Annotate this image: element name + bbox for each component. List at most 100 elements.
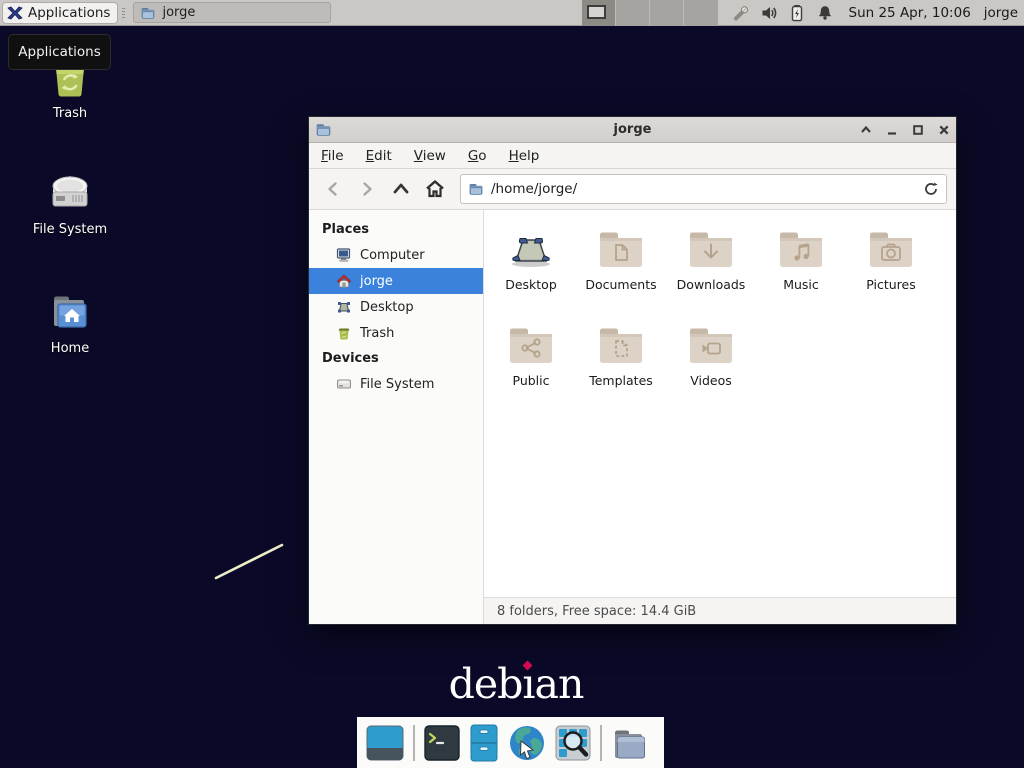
- taskbar-window-button[interactable]: jorge: [133, 2, 331, 23]
- titlebar[interactable]: jorge: [309, 117, 956, 143]
- pictures-folder-icon: [867, 228, 915, 270]
- desktop-icon-label: Home: [51, 341, 89, 356]
- pencil-cursor: [210, 538, 292, 586]
- statusbar: 8 folders, Free space: 14.4 GiB: [484, 597, 956, 624]
- sidebar: Places Computer jorge Desktop Trash Devi…: [309, 210, 484, 624]
- sidebar-item-desktop[interactable]: Desktop: [309, 294, 483, 320]
- desktop-icon-label: Trash: [53, 106, 87, 121]
- folder-label: Pictures: [866, 277, 916, 292]
- desktop-icon-home[interactable]: Home: [10, 289, 130, 356]
- menu-help[interactable]: Help: [509, 148, 540, 164]
- applications-tooltip: Applications: [8, 34, 111, 70]
- location-bar[interactable]: /home/jorge/: [460, 174, 947, 204]
- templates-folder-icon: [597, 324, 645, 366]
- sidebar-item-jorge[interactable]: jorge: [309, 268, 483, 294]
- workspace-2[interactable]: [616, 0, 650, 26]
- downloads-folder-icon: [687, 228, 735, 270]
- home-icon: [336, 273, 352, 289]
- panel-clock[interactable]: Sun 25 Apr, 10:06: [849, 5, 971, 21]
- show-desktop-launcher[interactable]: [366, 725, 404, 761]
- workspace-4[interactable]: [684, 0, 718, 26]
- top-panel: Applications jorge: [0, 0, 1024, 26]
- sidebar-item-label: Trash: [360, 326, 394, 341]
- window-folder-icon: [315, 121, 332, 138]
- applications-menu-button[interactable]: Applications: [2, 2, 118, 24]
- debian-logo: debıan: [421, 660, 611, 708]
- folder-pictures[interactable]: Pictures: [846, 216, 936, 312]
- up-button[interactable]: [386, 174, 416, 204]
- menu-go[interactable]: Go: [468, 148, 487, 164]
- sidebar-item-file-system[interactable]: File System: [309, 371, 483, 397]
- dock: [357, 717, 664, 768]
- folder-label: Templates: [589, 373, 653, 388]
- folder-label: Downloads: [677, 277, 746, 292]
- hard-drive-icon: [336, 376, 352, 392]
- taskbar-window-label: jorge: [162, 5, 195, 20]
- folder-templates[interactable]: Templates: [576, 312, 666, 408]
- battery-charging-tray-icon[interactable]: [788, 4, 806, 22]
- folder-videos[interactable]: Videos: [666, 312, 756, 408]
- debian-logo-text: deb: [449, 660, 523, 708]
- folder-label: Documents: [585, 277, 656, 292]
- folder-icon: [140, 5, 156, 21]
- path-folder-icon: [468, 181, 484, 197]
- volume-tray-icon[interactable]: [760, 4, 778, 22]
- file-manager-window: jorge File Edit View Go Help /home/jorge…: [308, 116, 957, 625]
- places-header: Places: [309, 217, 483, 242]
- file-cabinet-launcher[interactable]: [469, 724, 499, 762]
- menu-file[interactable]: File: [321, 148, 344, 164]
- back-button[interactable]: [318, 174, 348, 204]
- dock-separator: [413, 725, 415, 761]
- folder-documents[interactable]: Documents: [576, 216, 666, 312]
- music-folder-icon: [777, 228, 825, 270]
- reload-button[interactable]: [923, 181, 939, 197]
- public-folder-icon: [507, 324, 555, 366]
- folder-downloads[interactable]: Downloads: [666, 216, 756, 312]
- file-icon-view[interactable]: Desktop Documents: [484, 210, 956, 597]
- devices-header: Devices: [309, 346, 483, 371]
- applications-menu-label: Applications: [28, 5, 110, 21]
- folder-public[interactable]: Public: [486, 312, 576, 408]
- computer-icon: [336, 247, 352, 263]
- desktop-icon-file-system[interactable]: File System: [10, 170, 130, 237]
- stylus-tray-icon[interactable]: [732, 4, 750, 22]
- desktop-special-icon: [507, 228, 555, 270]
- sidebar-item-trash[interactable]: Trash: [309, 320, 483, 346]
- terminal-launcher[interactable]: [424, 725, 460, 761]
- documents-folder-icon: [597, 228, 645, 270]
- sidebar-item-computer[interactable]: Computer: [309, 242, 483, 268]
- desktop-icon-label: File System: [33, 222, 107, 237]
- folder-label: Videos: [690, 373, 732, 388]
- folder-desktop[interactable]: Desktop: [486, 216, 576, 312]
- maximize-button[interactable]: [912, 124, 924, 136]
- menu-edit[interactable]: Edit: [366, 148, 392, 164]
- forward-button[interactable]: [352, 174, 382, 204]
- workspace-switcher[interactable]: [582, 0, 718, 26]
- workspace-1[interactable]: [582, 0, 616, 26]
- workspace-window-thumb: [587, 5, 606, 19]
- minimize-button[interactable]: [886, 124, 898, 136]
- app-finder-launcher[interactable]: [555, 725, 591, 761]
- close-button[interactable]: [938, 124, 950, 136]
- folder-music[interactable]: Music: [756, 216, 846, 312]
- web-browser-launcher[interactable]: [508, 724, 546, 762]
- sidebar-item-label: Computer: [360, 248, 425, 263]
- taskbar-grip[interactable]: [122, 4, 128, 22]
- xfce-logo-icon: [7, 5, 23, 21]
- directory-launcher[interactable]: [611, 725, 651, 761]
- panel-username[interactable]: jorge: [984, 5, 1018, 21]
- workspace-3[interactable]: [650, 0, 684, 26]
- hard-drive-icon: [47, 170, 93, 216]
- folder-label: Desktop: [505, 277, 557, 292]
- home-button[interactable]: [420, 174, 450, 204]
- desktop-icon: [336, 299, 352, 315]
- folder-label: Music: [783, 277, 819, 292]
- statusbar-text: 8 folders, Free space: 14.4 GiB: [497, 604, 696, 619]
- shade-button[interactable]: [860, 124, 872, 136]
- window-title: jorge: [309, 122, 956, 137]
- sidebar-item-label: File System: [360, 377, 434, 392]
- dock-separator: [600, 725, 602, 761]
- current-path[interactable]: /home/jorge/: [491, 181, 916, 197]
- menu-view[interactable]: View: [414, 148, 446, 164]
- notifications-bell-tray-icon[interactable]: [816, 4, 834, 22]
